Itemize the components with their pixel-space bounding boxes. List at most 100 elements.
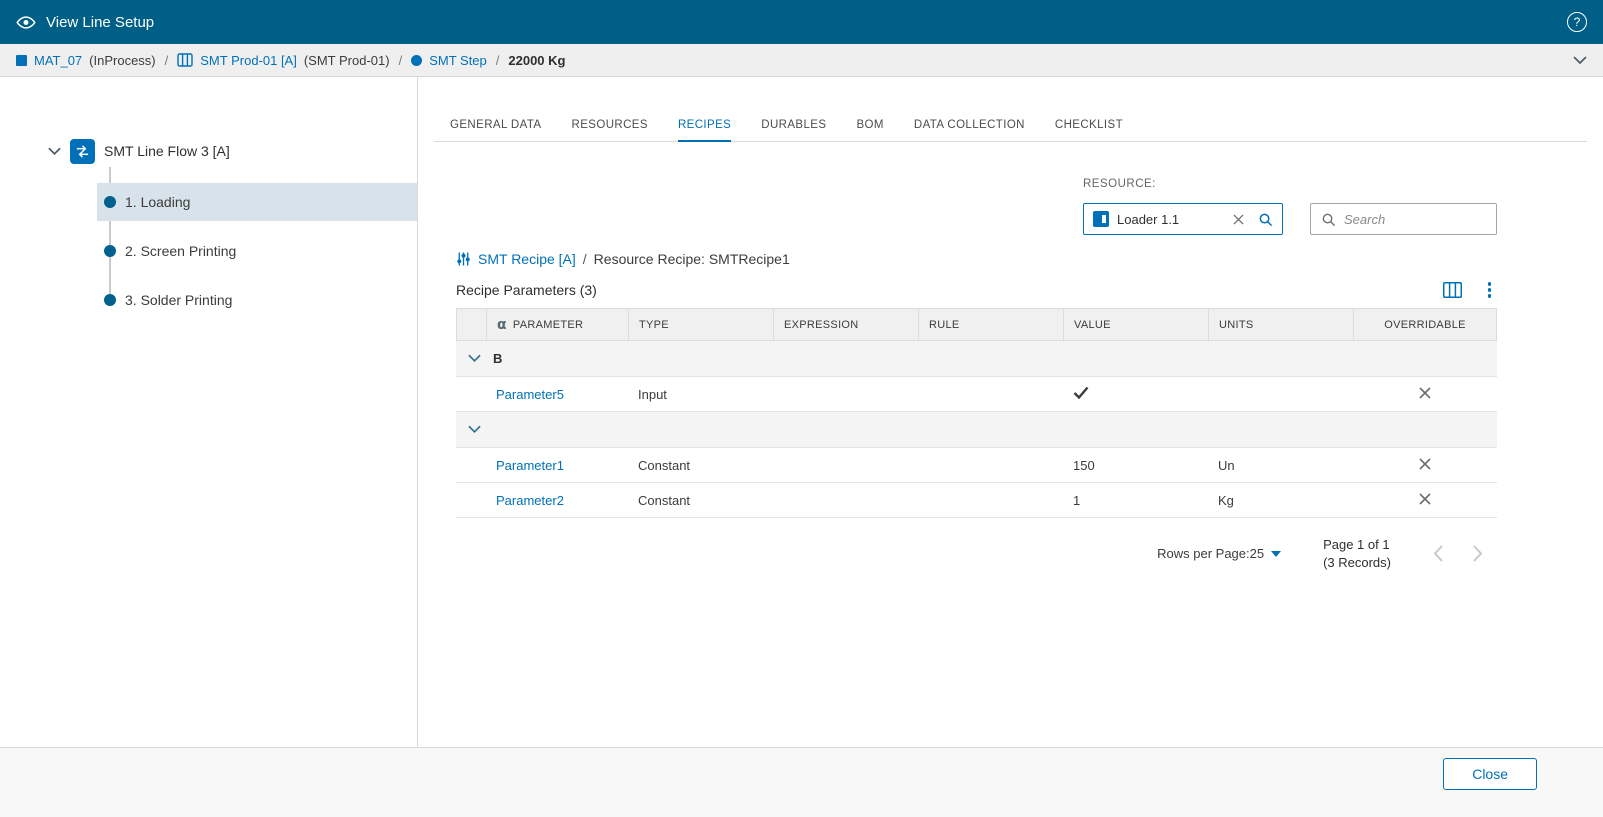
breadcrumb-separator: / (496, 53, 500, 68)
tree-step-label: 1. Loading (125, 194, 190, 210)
detail-panel: GENERAL DATA RESOURCES RECIPES DURABLES … (418, 77, 1603, 747)
tree-step-solder-printing[interactable]: 3. Solder Printing (97, 281, 417, 319)
cell-value: 150 (1063, 458, 1208, 473)
tree-step-screen-printing[interactable]: 2. Screen Printing (97, 232, 417, 270)
cell-value: 1 (1063, 493, 1208, 508)
resource-combobox[interactable]: Loader 1.1 (1083, 203, 1283, 235)
recipe-parameters-table: α PARAMETER TYPE EXPRESSION RULE VALUE U… (456, 308, 1497, 518)
group-row-ungrouped[interactable] (456, 412, 1497, 448)
recipe-link[interactable]: SMT Recipe [A] (478, 251, 576, 267)
rows-per-page-label: Rows per Page:25 (1157, 546, 1264, 561)
column-units: UNITS (1209, 309, 1354, 340)
next-page-icon[interactable] (1473, 545, 1483, 562)
page-title: View Line Setup (46, 14, 154, 31)
column-type: TYPE (629, 309, 774, 340)
previous-page-icon[interactable] (1433, 545, 1443, 562)
breadcrumb-material-link[interactable]: MAT_07 (34, 53, 82, 68)
column-value: VALUE (1064, 309, 1209, 340)
view-eye-icon (16, 15, 36, 30)
quantity-label: 22000 Kg (508, 53, 565, 68)
main-area: SMT Line Flow 3 [A] 1. Loading 2. Screen… (0, 77, 1603, 747)
column-chooser-icon[interactable] (1443, 282, 1462, 298)
flow-icon (70, 139, 95, 164)
breadcrumb-separator: / (165, 53, 169, 68)
chevron-down-icon[interactable] (48, 147, 61, 156)
column-rule: RULE (919, 309, 1064, 340)
chevron-down-icon[interactable] (468, 354, 481, 363)
process-sub-label: (SMT Prod-01) (304, 53, 390, 68)
search-input[interactable] (1344, 212, 1486, 227)
x-mark-icon (1418, 457, 1432, 474)
expand-column-header (457, 309, 487, 340)
breadcrumb: MAT_07 (InProcess) / SMT Prod-01 [A] (SM… (0, 44, 1603, 77)
material-status: (InProcess) (89, 53, 155, 68)
cell-overridable (1353, 457, 1497, 474)
record-count-label: (3 Records) (1323, 554, 1391, 572)
x-mark-icon (1418, 492, 1432, 509)
resource-value: Loader 1.1 (1117, 212, 1223, 227)
cell-type: Input (628, 387, 773, 402)
parameter-link[interactable]: Parameter1 (496, 458, 564, 473)
parameter-link[interactable]: Parameter2 (496, 493, 564, 508)
tab-bom[interactable]: BOM (856, 119, 883, 141)
parameter-link[interactable]: Parameter5 (496, 387, 564, 402)
tree-step-label: 3. Solder Printing (125, 292, 232, 308)
tree-root-flow[interactable]: SMT Line Flow 3 [A] (0, 135, 417, 167)
group-label: B (493, 351, 502, 366)
breadcrumb-step-link[interactable]: SMT Step (429, 53, 487, 68)
close-button[interactable]: Close (1443, 758, 1537, 790)
table-header-row: Recipe Parameters (3) (456, 282, 1497, 298)
tree-step-loading[interactable]: 1. Loading (97, 183, 417, 221)
recipes-tab-content: RESOURCE: Loader 1.1 (456, 178, 1497, 571)
kebab-menu-icon[interactable] (1488, 282, 1492, 298)
material-icon (16, 55, 27, 66)
sliders-icon (456, 251, 471, 267)
tab-resources[interactable]: RESOURCES (572, 119, 648, 141)
view-line-setup-window: View Line Setup ? MAT_07 (InProcess) / S… (0, 0, 1603, 817)
tab-data-collection[interactable]: DATA COLLECTION (914, 119, 1025, 141)
tab-bar: GENERAL DATA RESOURCES RECIPES DURABLES … (434, 119, 1587, 142)
resource-recipe-name: Resource Recipe: SMTRecipe1 (594, 251, 790, 267)
chevron-down-icon[interactable] (1573, 56, 1587, 65)
table-title: Recipe Parameters (3) (456, 282, 597, 298)
tab-recipes[interactable]: RECIPES (678, 119, 731, 142)
search-box (1310, 203, 1497, 235)
resource-icon (1093, 211, 1109, 227)
chevron-down-icon[interactable] (468, 425, 481, 434)
step-bullet-icon (104, 196, 116, 208)
x-mark-icon (1418, 386, 1432, 403)
resource-search-icon[interactable] (1258, 212, 1273, 227)
column-expression: EXPRESSION (774, 309, 919, 340)
tab-checklist[interactable]: CHECKLIST (1055, 119, 1123, 141)
cell-type: Constant (628, 493, 773, 508)
cell-units: Un (1208, 458, 1353, 473)
caret-down-icon (1271, 551, 1281, 557)
search-icon (1321, 212, 1336, 227)
tab-general-data[interactable]: GENERAL DATA (450, 119, 542, 141)
titlebar: View Line Setup ? (0, 0, 1603, 44)
help-icon[interactable]: ? (1567, 12, 1587, 32)
step-icon (411, 55, 422, 66)
cell-type: Constant (628, 458, 773, 473)
table-row-parameter2: Parameter2 Constant 1 Kg (456, 483, 1497, 518)
cell-overridable (1353, 386, 1497, 403)
tree-steps: 1. Loading 2. Screen Printing 3. Solder … (0, 183, 417, 319)
cell-overridable (1353, 492, 1497, 509)
column-label: PARAMETER (513, 319, 583, 331)
group-row-b[interactable]: B (456, 341, 1497, 377)
column-overridable: OVERRIDABLE (1354, 309, 1496, 340)
flow-tree-panel: SMT Line Flow 3 [A] 1. Loading 2. Screen… (0, 77, 418, 747)
table-row-parameter1: Parameter1 Constant 150 Un (456, 448, 1497, 483)
tree-step-label: 2. Screen Printing (125, 243, 236, 259)
breadcrumb-process-link[interactable]: SMT Prod-01 [A] (200, 53, 297, 68)
footer-bar: Close (0, 747, 1603, 817)
tree-root-label: SMT Line Flow 3 [A] (104, 143, 230, 159)
check-icon (1073, 386, 1089, 402)
rows-per-page-dropdown[interactable]: Rows per Page:25 (1157, 546, 1281, 561)
tab-durables[interactable]: DURABLES (761, 119, 826, 141)
step-bullet-icon (104, 294, 116, 306)
clear-icon[interactable] (1231, 212, 1246, 227)
recipe-separator: / (583, 251, 587, 267)
table-row-parameter5: Parameter5 Input (456, 377, 1497, 412)
cell-value (1063, 386, 1208, 402)
